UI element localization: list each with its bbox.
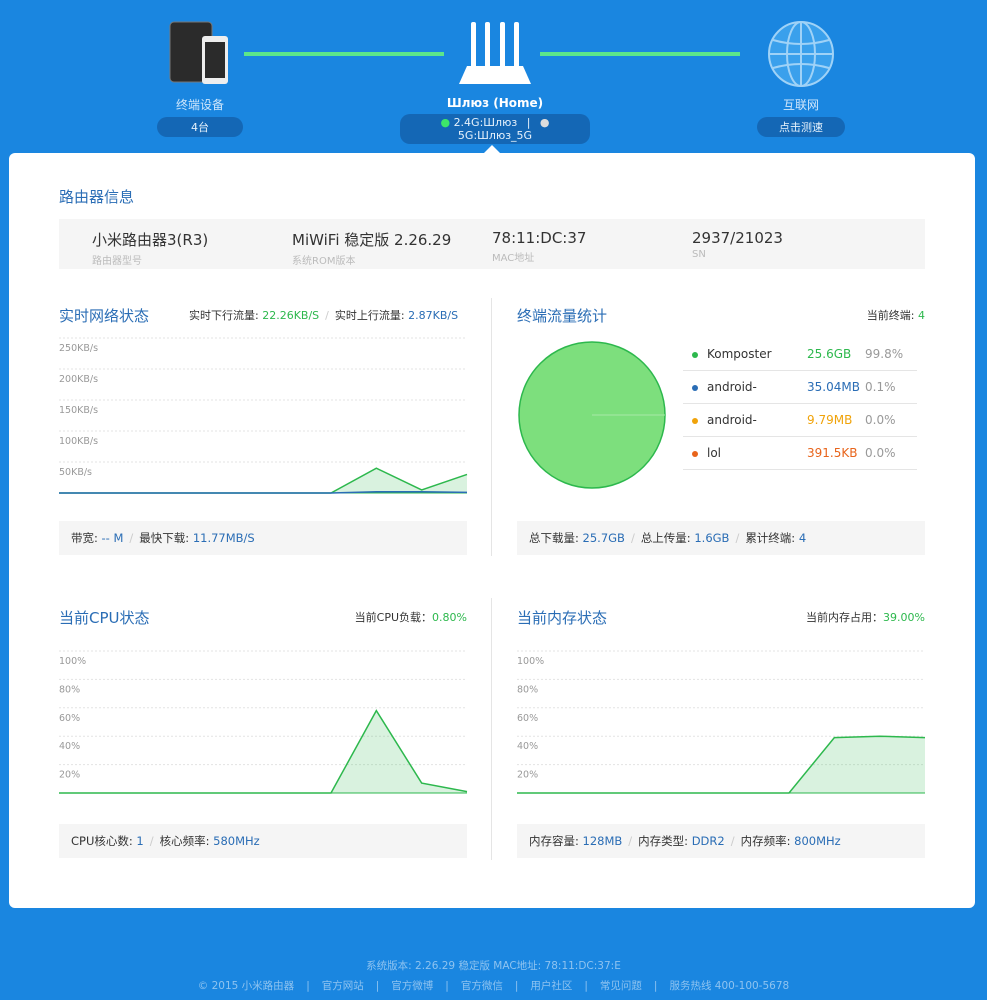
network-summary: 带宽: -- M / 最快下载: 11.77MB/S bbox=[59, 521, 467, 555]
separator: | bbox=[584, 980, 588, 992]
client-traffic: 35.04MB bbox=[807, 380, 860, 394]
client-name: android- bbox=[707, 380, 757, 394]
client-row[interactable]: Komposter 25.6GB 99.8% bbox=[683, 338, 917, 371]
legend-dot-icon bbox=[692, 451, 698, 457]
cpu-title: 当前CPU状态 bbox=[59, 609, 150, 627]
footer-links: © 2015 小米路由器 | 官方网站 | 官方微博 | 官方微信 | 用户社区 | 常见问题 | 服务… bbox=[0, 978, 987, 993]
wifi24-dot-icon: ● bbox=[440, 116, 451, 129]
download-area bbox=[59, 468, 467, 493]
memory-chart: 20% 40% 60% 80% 100% bbox=[517, 650, 926, 794]
wifi-status: ● 2.4G:Шлюз | ● 5G:Шлюз_5G bbox=[400, 114, 590, 144]
footer-link: 服务热线 400-100-5678 bbox=[669, 980, 790, 992]
footer-link[interactable]: 用户社区 bbox=[530, 980, 572, 992]
y-tick-label: 20% bbox=[59, 770, 80, 781]
speed-test-button[interactable]: 点击测速 bbox=[757, 117, 845, 137]
client-traffic: 25.6GB bbox=[807, 347, 852, 361]
y-tick-label: 20% bbox=[517, 770, 538, 781]
separator: | bbox=[653, 980, 658, 992]
client-name: lol bbox=[707, 446, 722, 460]
client-row[interactable]: android- 35.04MB 0.1% bbox=[683, 371, 917, 404]
footer-link: © 2015 小米路由器 bbox=[197, 980, 295, 992]
pointer-arrow bbox=[484, 145, 500, 153]
devices-node[interactable]: 终端设备 4台 bbox=[156, 20, 244, 137]
y-tick-label: 200KB/s bbox=[59, 374, 98, 385]
devices-count-button[interactable]: 4台 bbox=[157, 117, 243, 137]
topology-header: 终端设备 4台 Шлюз (Home) ● 2.4G:Шлюз | ● 5G:Ш… bbox=[0, 0, 987, 150]
y-tick-label: 100% bbox=[517, 656, 544, 667]
internet-node[interactable]: 互联网 点击测速 bbox=[756, 20, 846, 137]
client-traffic: 391.5KB bbox=[807, 446, 858, 460]
y-tick-label: 60% bbox=[517, 713, 538, 724]
y-tick-label: 150KB/s bbox=[59, 405, 98, 416]
footer-link[interactable]: 官方微博 bbox=[391, 980, 433, 992]
client-percent: 0.1% bbox=[865, 380, 896, 394]
legend-dot-icon bbox=[692, 418, 698, 424]
y-tick-label: 100% bbox=[59, 656, 86, 667]
client-name: android- bbox=[707, 413, 757, 427]
client-name: Komposter bbox=[707, 347, 772, 361]
status-card: 路由器信息 小米路由器3(R3) 路由器型号 MiWiFi 稳定版 2.26.29… bbox=[9, 153, 975, 908]
memory-title: 当前内存状态 bbox=[517, 609, 608, 627]
client-list: Komposter 25.6GB 99.8% android- 35.04MB 0.1% a… bbox=[683, 338, 917, 470]
y-tick-label: 100KB/s bbox=[59, 436, 98, 447]
cpu-chart: 20% 40% 60% 80% 100% bbox=[59, 650, 468, 794]
globe-icon bbox=[768, 21, 834, 87]
separator: | bbox=[445, 980, 449, 992]
footer-version: 系统版本: 2.26.29 稳定版 MAC地址: 78:11:DC:37:E bbox=[366, 960, 621, 972]
client-row[interactable]: android- 9.79MB 0.0% bbox=[683, 404, 917, 437]
router-icon bbox=[459, 22, 531, 84]
y-tick-label: 250KB/s bbox=[59, 343, 98, 354]
network-title: 实时网络状态 bbox=[59, 307, 150, 325]
cpu-summary: CPU核心数: 1/核心频率: 580MHz bbox=[59, 824, 467, 858]
y-tick-label: 40% bbox=[59, 741, 80, 752]
y-tick-label: 50KB/s bbox=[59, 467, 92, 478]
cpu-load: 当前CPU负载：0.80% bbox=[354, 611, 467, 624]
router-info-panel: 小米路由器3(R3) 路由器型号 MiWiFi 稳定版 2.26.29 系统ROM版… bbox=[59, 219, 925, 269]
memory-usage: 当前内存占用：39.00% bbox=[806, 611, 925, 624]
router-info-title: 路由器信息 bbox=[59, 188, 135, 206]
footer-link[interactable]: 常见问题 bbox=[600, 980, 642, 992]
current-clients: 当前终端: 4 bbox=[866, 309, 925, 322]
client-percent: 99.8% bbox=[865, 347, 904, 361]
legend-dot-icon bbox=[692, 385, 698, 391]
network-rates: 实时下行流量: 22.26KB/S / 实时上行流量: 2.87KB/S bbox=[189, 309, 459, 322]
y-tick-label: 40% bbox=[517, 741, 538, 752]
y-tick-label: 80% bbox=[517, 684, 538, 695]
divider bbox=[491, 298, 492, 556]
client-row[interactable]: lol 391.5KB 0.0% bbox=[683, 437, 917, 470]
client-traffic: 9.79MB bbox=[807, 413, 853, 427]
separator: | bbox=[306, 980, 310, 992]
y-tick-label: 80% bbox=[59, 684, 80, 695]
memory-summary: 内存容量: 128MB / 内存类型: DDR2/内存频率: 800MHz bbox=[517, 824, 925, 858]
client-traffic-pie bbox=[518, 341, 666, 489]
separator: | bbox=[514, 980, 519, 992]
cpu-area bbox=[59, 710, 467, 793]
clients-title: 终端流量统计 bbox=[517, 307, 608, 325]
divider bbox=[491, 598, 492, 860]
client-percent: 0.0% bbox=[865, 413, 896, 427]
legend-dot-icon bbox=[692, 352, 698, 358]
separator: | bbox=[375, 980, 380, 992]
client-percent: 0.0% bbox=[865, 446, 896, 460]
network-chart: 50KB/s 100KB/s 150KB/s 200KB/s 250KB/s bbox=[59, 337, 468, 494]
y-tick-label: 60% bbox=[59, 713, 80, 724]
footer-link[interactable]: 官方网站 bbox=[322, 980, 364, 992]
router-node[interactable]: Шлюз (Home) ● 2.4G:Шлюз | ● 5G:Шлюз_5G bbox=[400, 20, 590, 144]
devices-icon bbox=[169, 21, 228, 84]
footer-link[interactable]: 官方微信 bbox=[461, 980, 503, 992]
clients-summary: 总下载量: 25.7GB / 总上传量: 1.6GB / 累计终端: 4 bbox=[517, 521, 925, 555]
wifi5-dot-icon: ● bbox=[539, 116, 550, 129]
